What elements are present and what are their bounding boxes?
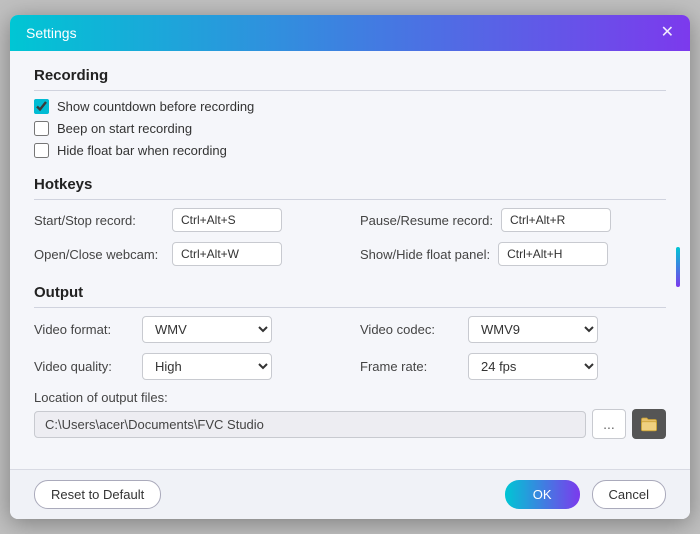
hotkeys-section: Hotkeys Start/Stop record: Pause/Resume …	[34, 176, 666, 266]
video-quality-label: Video quality:	[34, 359, 134, 374]
reset-button[interactable]: Reset to Default	[34, 480, 161, 509]
hotkey-pause-resume: Pause/Resume record:	[360, 208, 666, 232]
countdown-option: Show countdown before recording	[34, 99, 666, 114]
output-section-title: Output	[34, 284, 666, 308]
footer-right-buttons: OK Cancel	[505, 480, 666, 509]
beep-label: Beep on start recording	[57, 121, 192, 136]
hide-floatbar-label: Hide float bar when recording	[57, 143, 227, 158]
hide-floatbar-option: Hide float bar when recording	[34, 143, 666, 158]
ok-button[interactable]: OK	[505, 480, 580, 509]
hotkey-float-panel-label: Show/Hide float panel:	[360, 247, 490, 262]
dialog-title: Settings	[26, 25, 77, 41]
video-quality-row: Video quality: High Medium Low	[34, 353, 340, 380]
hotkey-webcam-label: Open/Close webcam:	[34, 247, 164, 262]
countdown-label: Show countdown before recording	[57, 99, 254, 114]
video-format-select[interactable]: WMV MP4 AVI MOV	[142, 316, 272, 343]
recording-section: Recording Show countdown before recordin…	[34, 67, 666, 158]
cancel-button[interactable]: Cancel	[592, 480, 666, 509]
video-codec-label: Video codec:	[360, 322, 460, 337]
video-quality-select[interactable]: High Medium Low	[142, 353, 272, 380]
hotkey-webcam: Open/Close webcam:	[34, 242, 340, 266]
hotkey-start-stop: Start/Stop record:	[34, 208, 340, 232]
dialog-footer: Reset to Default OK Cancel	[10, 469, 690, 519]
location-label: Location of output files:	[34, 390, 666, 405]
video-format-row: Video format: WMV MP4 AVI MOV	[34, 316, 340, 343]
frame-rate-select[interactable]: 24 fps 30 fps 60 fps	[468, 353, 598, 380]
hotkeys-grid: Start/Stop record: Pause/Resume record: …	[34, 208, 666, 266]
hotkey-webcam-input[interactable]	[172, 242, 282, 266]
output-grid: Video format: WMV MP4 AVI MOV Video code…	[34, 316, 666, 380]
hotkey-float-panel-input[interactable]	[498, 242, 608, 266]
hotkey-pause-resume-input[interactable]	[501, 208, 611, 232]
title-bar: Settings ✕	[10, 15, 690, 51]
frame-rate-label: Frame rate:	[360, 359, 460, 374]
frame-rate-row: Frame rate: 24 fps 30 fps 60 fps	[360, 353, 666, 380]
browse-button[interactable]: ...	[592, 409, 626, 439]
hotkey-pause-resume-label: Pause/Resume record:	[360, 213, 493, 228]
output-section: Output Video format: WMV MP4 AVI MOV Vid…	[34, 284, 666, 439]
hotkey-start-stop-input[interactable]	[172, 208, 282, 232]
video-codec-row: Video codec: WMV9 H.264 H.265	[360, 316, 666, 343]
hotkey-start-stop-label: Start/Stop record:	[34, 213, 164, 228]
video-format-label: Video format:	[34, 322, 134, 337]
countdown-checkbox[interactable]	[34, 99, 49, 114]
hotkey-float-panel: Show/Hide float panel:	[360, 242, 666, 266]
recording-section-title: Recording	[34, 67, 666, 91]
hotkeys-section-title: Hotkeys	[34, 176, 666, 200]
right-edge-accent	[676, 247, 680, 287]
hide-floatbar-checkbox[interactable]	[34, 143, 49, 158]
location-input[interactable]	[34, 411, 586, 438]
beep-checkbox[interactable]	[34, 121, 49, 136]
folder-button[interactable]	[632, 409, 666, 439]
close-button[interactable]: ✕	[661, 25, 674, 41]
video-codec-select[interactable]: WMV9 H.264 H.265	[468, 316, 598, 343]
location-row: ...	[34, 409, 666, 439]
beep-option: Beep on start recording	[34, 121, 666, 136]
folder-icon	[640, 415, 658, 433]
